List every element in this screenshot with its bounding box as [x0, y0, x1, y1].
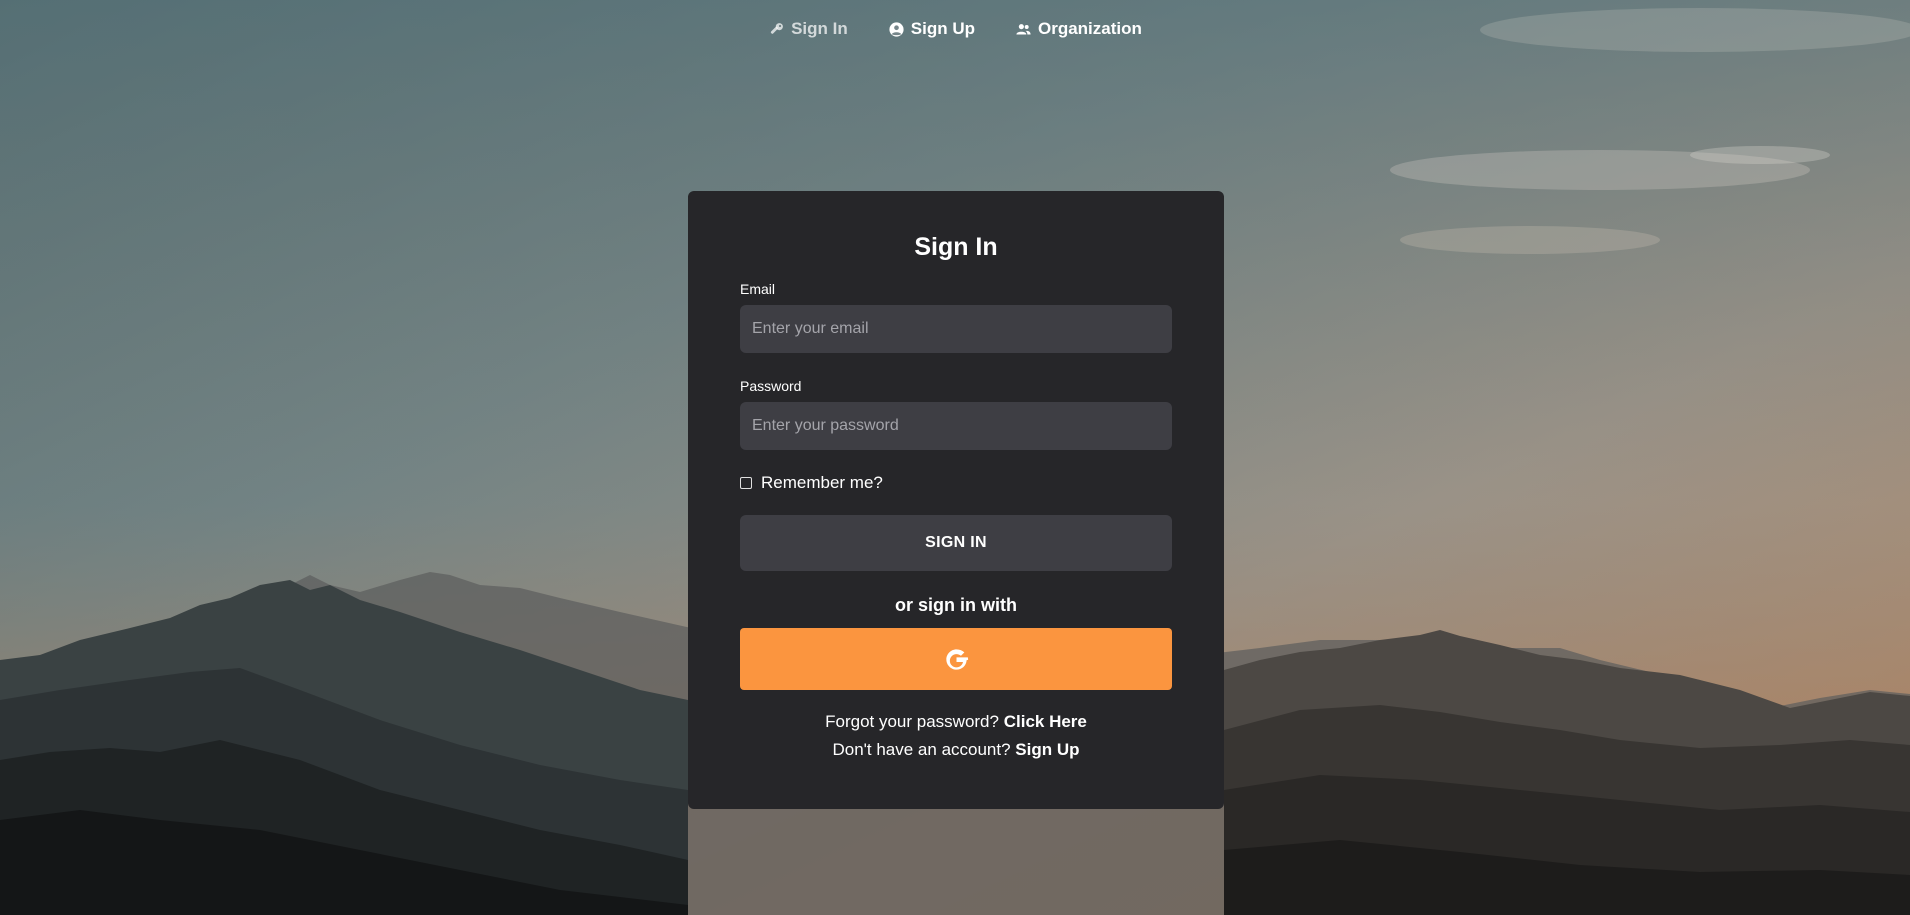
remember-me-label: Remember me?: [761, 473, 883, 492]
google-sign-in-button[interactable]: [740, 628, 1172, 690]
nav-sign-up[interactable]: Sign Up: [888, 19, 975, 39]
email-label: Email: [740, 281, 776, 297]
nav-organization[interactable]: Organization: [1015, 19, 1142, 39]
card-title: Sign In: [914, 233, 998, 261]
user-circle-icon: [888, 21, 905, 38]
users-icon: [1015, 21, 1032, 38]
sign-up-link[interactable]: Sign Up: [1015, 740, 1079, 759]
password-input[interactable]: [740, 402, 1172, 450]
nav-sign-up-label: Sign Up: [910, 19, 975, 38]
forgot-password-link[interactable]: Click Here: [1004, 712, 1087, 731]
password-label: Password: [740, 378, 802, 394]
sign-up-text: Don't have an account?: [832, 740, 1011, 759]
nav-organization-label: Organization: [1037, 19, 1142, 38]
email-input[interactable]: [740, 305, 1172, 353]
nav-sign-in[interactable]: Sign In: [768, 19, 848, 39]
sign-up-line: Don't have an account? Sign Up: [740, 736, 1172, 764]
google-icon: [942, 645, 971, 674]
nav-sign-in-label: Sign In: [791, 19, 848, 38]
key-icon: [768, 21, 785, 38]
sign-in-button[interactable]: SIGN IN: [740, 515, 1172, 571]
sign-in-card: Sign In Email Password Remember me? SIGN…: [688, 191, 1224, 809]
remember-me-checkbox[interactable]: [740, 477, 752, 489]
remember-me[interactable]: Remember me?: [740, 472, 1172, 494]
forgot-password-line: Forgot your password? Click Here: [740, 708, 1172, 736]
top-navigation: Sign In Sign Up Organization: [0, 0, 1910, 60]
forgot-password-text: Forgot your password?: [825, 712, 999, 731]
alternative-sign-in-text: or sign in with: [895, 595, 1017, 615]
